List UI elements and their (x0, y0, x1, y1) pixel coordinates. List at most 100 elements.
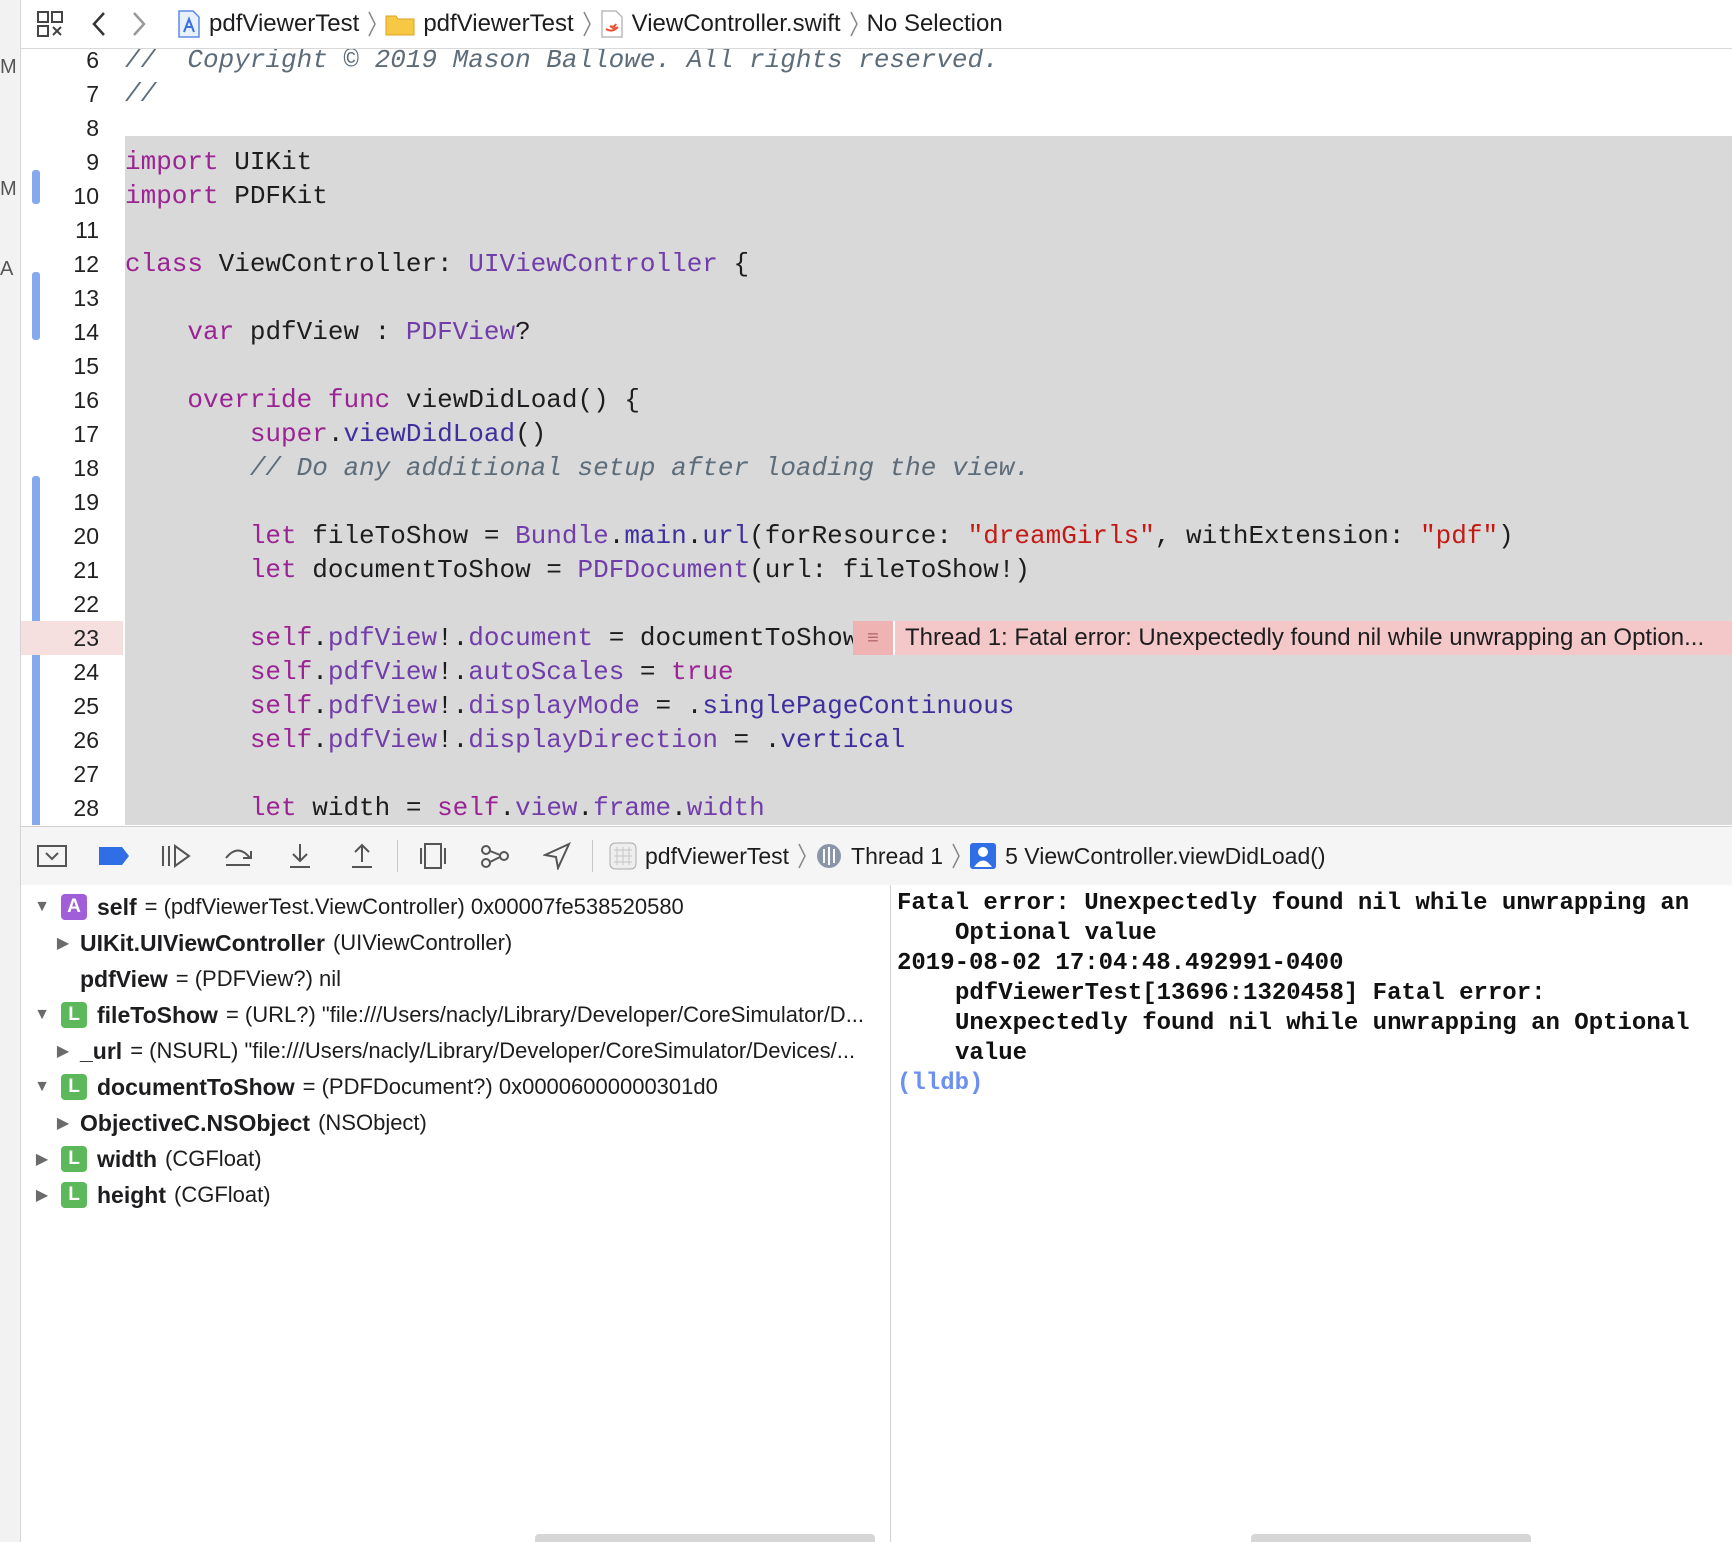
code-token: . (327, 419, 344, 449)
source-editor[interactable]: 6 // Copyright © 2019 Mason Ballowe. All … (21, 49, 1732, 825)
local-badge-icon: L (61, 1182, 87, 1208)
related-items-button[interactable] (21, 0, 79, 48)
user-frame-icon (970, 843, 997, 869)
line-number[interactable]: 24 (21, 655, 99, 689)
variable-row[interactable]: ▼ Aself = (pdfViewerTest.ViewController) 0… (31, 889, 684, 925)
disclosure-collapsed-icon[interactable]: ▶ (31, 1185, 53, 1205)
line-number[interactable]: 28 (21, 791, 99, 825)
line-number[interactable]: 9 (21, 145, 99, 179)
variable-row[interactable]: pdfView = (PDFView?) nil (52, 961, 341, 997)
code-line[interactable]: 28 let width = self.view.frame.width (21, 791, 1732, 825)
code-line[interactable]: 9 import UIKit (21, 145, 1732, 179)
step-over-button[interactable] (207, 827, 269, 885)
breadcrumb-group[interactable]: pdfViewerTest (385, 10, 574, 38)
breadcrumb-project[interactable]: pdfViewerTest (177, 10, 359, 38)
line-number[interactable]: 13 (21, 281, 99, 315)
disclosure-collapsed-icon[interactable]: ▶ (52, 933, 74, 953)
code-line[interactable]: 6 // Copyright © 2019 Mason Ballowe. All … (21, 49, 1732, 77)
variable-row[interactable]: ▶ Lwidth (CGFloat) (31, 1141, 262, 1177)
code-token: view (515, 793, 578, 823)
hide-debug-area-button[interactable] (21, 827, 83, 885)
breadcrumb-file[interactable]: ViewController.swift (600, 10, 841, 38)
line-number[interactable]: 8 (21, 111, 99, 145)
disclosure-collapsed-icon[interactable]: ▶ (52, 1041, 74, 1061)
line-number[interactable]: 19 (21, 485, 99, 519)
forward-button[interactable] (119, 0, 159, 48)
code-line[interactable]: 7 // (21, 77, 1732, 111)
code-line[interactable]: 25 self.pdfView!.displayMode = .singlePa… (21, 689, 1732, 723)
code-token: self (249, 657, 313, 687)
code-line[interactable]: 24 self.pdfView!.autoScales = true (21, 655, 1732, 689)
line-number[interactable]: 22 (21, 587, 99, 621)
folder-icon (385, 15, 415, 36)
error-menu-icon[interactable]: ≡ (853, 621, 895, 655)
variables-view[interactable]: ▼ Aself = (pdfViewerTest.ViewController) 0… (21, 885, 891, 1542)
debug-view-hierarchy-button[interactable] (402, 827, 464, 885)
step-into-button[interactable] (269, 827, 331, 885)
line-number[interactable]: 20 (21, 519, 99, 553)
code-line[interactable]: 21 let documentToShow = PDFDocument(url:… (21, 553, 1732, 587)
line-number[interactable]: 25 (21, 689, 99, 723)
line-number[interactable]: 12 (21, 247, 99, 281)
simulate-location-button[interactable] (526, 827, 588, 885)
line-number[interactable]: 23 (21, 621, 99, 655)
error-annotation[interactable]: ≡ Thread 1: Fatal error: Unexpectedly fo… (853, 621, 1732, 655)
continue-icon (162, 844, 191, 868)
variable-row[interactable]: ▶ _url = (NSURL) "file:///Users/nacly/Libr… (52, 1033, 855, 1069)
debug-console[interactable]: Fatal error: Unexpectedly found nil whil… (891, 885, 1732, 1542)
breakpoints-toggle[interactable] (83, 827, 145, 885)
code-line[interactable]: 26 self.pdfView!.displayDirection = .ver… (21, 723, 1732, 757)
horizontal-scrollbar[interactable] (1251, 1534, 1531, 1542)
variable-row[interactable]: ▼ LdocumentToShow = (PDFDocument?) 0x00006… (31, 1069, 718, 1105)
line-number[interactable]: 17 (21, 417, 99, 451)
code-line[interactable]: 27 (21, 757, 1732, 791)
variable-row[interactable]: ▼ LfileToShow = (URL?) "file:///Users/nacl… (31, 997, 864, 1033)
line-number[interactable]: 15 (21, 349, 99, 383)
code-line[interactable]: 16 override func viewDidLoad() { (21, 383, 1732, 417)
variable-name: documentToShow (97, 1073, 295, 1100)
debug-target[interactable]: pdfViewerTest (609, 842, 789, 870)
code-line[interactable]: 13 (21, 281, 1732, 315)
line-number[interactable]: 21 (21, 553, 99, 587)
line-number[interactable]: 7 (21, 77, 99, 111)
line-number[interactable]: 14 (21, 315, 99, 349)
code-line[interactable]: 10 import PDFKit (21, 179, 1732, 213)
code-line[interactable]: 8 (21, 111, 1732, 145)
code-line[interactable]: 22 (21, 587, 1732, 621)
breadcrumb-symbol[interactable]: No Selection (867, 10, 1003, 38)
code-line[interactable]: 15 (21, 349, 1732, 383)
line-number[interactable]: 16 (21, 383, 99, 417)
disclosure-expanded-icon[interactable]: ▼ (31, 1078, 53, 1096)
horizontal-scrollbar[interactable] (535, 1534, 875, 1542)
code-line[interactable]: 19 (21, 485, 1732, 519)
disclosure-expanded-icon[interactable]: ▼ (31, 1006, 53, 1024)
lldb-prompt[interactable]: (lldb) (897, 1069, 1732, 1099)
line-number[interactable]: 26 (21, 723, 99, 757)
code-line[interactable]: 17 super.viewDidLoad() (21, 417, 1732, 451)
code-text: // Copyright © 2019 Mason Ballowe. All r… (125, 49, 999, 77)
line-number[interactable]: 10 (21, 179, 99, 213)
code-line[interactable]: 20 let fileToShow = Bundle.main.url(forR… (21, 519, 1732, 553)
line-number[interactable]: 11 (21, 213, 99, 247)
back-button[interactable] (79, 0, 119, 48)
debug-memory-graph-button[interactable] (464, 827, 526, 885)
disclosure-collapsed-icon[interactable]: ▶ (52, 1113, 74, 1133)
variable-row[interactable]: ▶ Lheight (CGFloat) (31, 1177, 271, 1213)
code-line[interactable]: 11 (21, 213, 1732, 247)
line-number[interactable]: 18 (21, 451, 99, 485)
debug-thread[interactable]: Thread 1 (815, 842, 943, 870)
disclosure-expanded-icon[interactable]: ▼ (31, 898, 53, 916)
line-number[interactable]: 6 (21, 49, 99, 77)
step-out-button[interactable] (331, 827, 393, 885)
code-line[interactable]: 12 class ViewController: UIViewController… (21, 247, 1732, 281)
variable-row[interactable]: ▶ ObjectiveC.NSObject (NSObject) (52, 1105, 427, 1141)
thread-icon (817, 844, 842, 868)
disclosure-collapsed-icon[interactable]: ▶ (31, 1149, 53, 1169)
code-line[interactable]: 18 // Do any additional setup after load… (21, 451, 1732, 485)
variable-row[interactable]: ▶ UIKit.UIViewController (UIViewController… (52, 925, 512, 961)
line-number[interactable]: 27 (21, 757, 99, 791)
continue-button[interactable] (145, 827, 207, 885)
code-line[interactable]: 14 var pdfView : PDFView? (21, 315, 1732, 349)
debug-stack-frame[interactable]: 5 ViewController.viewDidLoad() (969, 842, 1326, 870)
code-token: super (249, 419, 328, 449)
